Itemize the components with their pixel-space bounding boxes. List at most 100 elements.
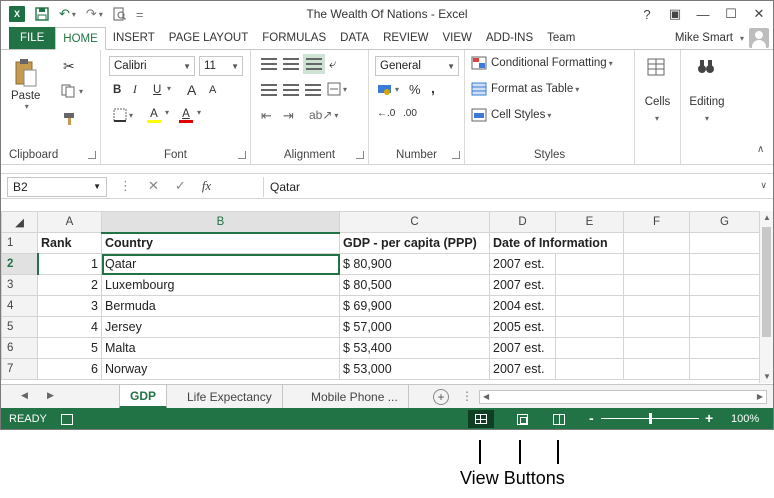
- customize-qat-icon[interactable]: =: [136, 7, 144, 22]
- column-header[interactable]: D: [489, 211, 556, 233]
- vertical-scrollbar[interactable]: ▲ ▼: [759, 211, 773, 383]
- cell[interactable]: Jersey: [101, 316, 340, 338]
- normal-view-button[interactable]: [468, 410, 494, 428]
- cell[interactable]: $ 57,000: [339, 316, 490, 338]
- cell[interactable]: $ 53,400: [339, 337, 490, 359]
- increase-indent-icon[interactable]: ⇥: [283, 108, 294, 124]
- editing-dropdown-icon[interactable]: ▾: [703, 114, 709, 123]
- cell[interactable]: $ 80,900: [339, 253, 490, 275]
- align-left-icon[interactable]: [261, 84, 277, 96]
- cell[interactable]: $ 53,000: [339, 358, 490, 380]
- cell[interactable]: 2007 est.: [489, 358, 556, 380]
- page-break-preview-button[interactable]: [546, 410, 572, 428]
- cell[interactable]: Bermuda: [101, 295, 340, 317]
- alignment-launcher-icon[interactable]: [356, 151, 364, 159]
- cell[interactable]: [689, 274, 760, 296]
- number-launcher-icon[interactable]: [452, 151, 460, 159]
- tab-insert[interactable]: INSERT: [106, 27, 162, 49]
- row-header[interactable]: 6: [1, 337, 38, 359]
- cells-button[interactable]: [647, 58, 665, 76]
- column-header[interactable]: E: [555, 211, 624, 233]
- active-cell[interactable]: Qatar: [101, 253, 340, 275]
- top-align-icon[interactable]: [261, 58, 277, 70]
- sheet-tab-gdp[interactable]: GDP: [119, 385, 168, 409]
- tab-review[interactable]: REVIEW: [376, 27, 435, 49]
- column-header[interactable]: F: [623, 211, 690, 233]
- cell[interactable]: 2007 est.: [489, 274, 556, 296]
- column-header[interactable]: G: [689, 211, 760, 233]
- scroll-thumb[interactable]: [762, 227, 771, 337]
- cell[interactable]: [689, 316, 760, 338]
- cell[interactable]: 2: [37, 274, 102, 296]
- copy-icon[interactable]: ▾: [61, 84, 83, 98]
- cell[interactable]: 2004 est.: [489, 295, 556, 317]
- merge-center-icon[interactable]: ▾: [327, 82, 347, 96]
- insert-function-icon[interactable]: fx: [202, 178, 211, 194]
- tab-data[interactable]: DATA: [333, 27, 376, 49]
- cell[interactable]: [623, 253, 690, 275]
- scroll-up-icon[interactable]: ▲: [763, 213, 771, 222]
- scroll-down-icon[interactable]: ▼: [763, 372, 771, 381]
- row-header[interactable]: 7: [1, 358, 38, 380]
- column-header[interactable]: A: [37, 211, 102, 233]
- zoom-level[interactable]: 100%: [731, 413, 759, 425]
- cell[interactable]: $ 80,500: [339, 274, 490, 296]
- cell[interactable]: 5: [37, 337, 102, 359]
- decrease-font-button[interactable]: A: [209, 84, 216, 96]
- orientation-icon[interactable]: ab↗ ▾: [309, 108, 338, 122]
- cell[interactable]: 3: [37, 295, 102, 317]
- row-header[interactable]: 2: [1, 253, 39, 275]
- formula-more-icon[interactable]: ⋮: [119, 178, 132, 194]
- row-header[interactable]: 3: [1, 274, 38, 296]
- cells-dropdown-icon[interactable]: ▾: [653, 114, 659, 123]
- sheet-options-icon[interactable]: ⋮: [461, 389, 473, 403]
- paste-button[interactable]: Paste ▾: [11, 58, 40, 111]
- cell[interactable]: Rank: [37, 232, 102, 254]
- editing-button[interactable]: [697, 58, 715, 74]
- row-header[interactable]: 4: [1, 295, 38, 317]
- column-header[interactable]: C: [339, 211, 490, 233]
- cell[interactable]: $ 69,900: [339, 295, 490, 317]
- tab-page-layout[interactable]: PAGE LAYOUT: [162, 27, 255, 49]
- zoom-in-button[interactable]: +: [705, 410, 713, 426]
- tab-team[interactable]: Team: [540, 27, 582, 49]
- align-right-icon[interactable]: [305, 84, 321, 96]
- cell[interactable]: [555, 358, 624, 380]
- horizontal-scrollbar[interactable]: ◀ ▶: [479, 390, 767, 404]
- print-preview-icon[interactable]: [113, 7, 126, 21]
- cell[interactable]: 4: [37, 316, 102, 338]
- conditional-formatting-button[interactable]: Conditional Formatting ▾: [471, 56, 613, 70]
- cell[interactable]: Country: [101, 232, 340, 254]
- cell[interactable]: [623, 337, 690, 359]
- clipboard-launcher-icon[interactable]: [88, 151, 96, 159]
- tab-view[interactable]: VIEW: [435, 27, 478, 49]
- cell[interactable]: 2007 est.: [489, 337, 556, 359]
- cut-icon[interactable]: ✂: [63, 58, 75, 75]
- percent-style-button[interactable]: %: [409, 82, 421, 97]
- maximize-icon[interactable]: ☐: [717, 1, 745, 27]
- format-as-table-button[interactable]: Format as Table ▾: [471, 82, 579, 96]
- next-sheet-icon[interactable]: ▶: [47, 390, 54, 401]
- bottom-align-icon[interactable]: [303, 54, 325, 74]
- sheet-tab-life-expectancy[interactable]: Life Expectancy: [177, 385, 283, 409]
- cell[interactable]: [555, 274, 624, 296]
- sheet-tab-mobile-phone[interactable]: Mobile Phone ...: [301, 385, 409, 409]
- save-icon[interactable]: [35, 7, 49, 21]
- increase-decimal-button[interactable]: ←.0: [377, 108, 395, 119]
- increase-font-button[interactable]: A: [187, 82, 196, 98]
- italic-button[interactable]: I: [133, 84, 137, 96]
- bold-button[interactable]: B: [113, 84, 121, 96]
- undo-icon[interactable]: ↶ ▾: [59, 6, 76, 22]
- tab-formulas[interactable]: FORMULAS: [255, 27, 333, 49]
- column-header[interactable]: B: [101, 211, 340, 234]
- font-name-select[interactable]: Calibri ▼: [109, 56, 195, 76]
- redo-icon[interactable]: ↷ ▾: [86, 6, 103, 22]
- enter-icon[interactable]: ✓: [175, 178, 186, 194]
- macro-record-icon[interactable]: [60, 413, 73, 425]
- cell[interactable]: 2005 est.: [489, 316, 556, 338]
- ribbon-display-options-icon[interactable]: ▣: [661, 1, 689, 27]
- cell[interactable]: 6: [37, 358, 102, 380]
- tab-add-ins[interactable]: ADD-INS: [479, 27, 540, 49]
- format-painter-icon[interactable]: [63, 112, 77, 126]
- cell-styles-button[interactable]: Cell Styles ▾: [471, 108, 551, 122]
